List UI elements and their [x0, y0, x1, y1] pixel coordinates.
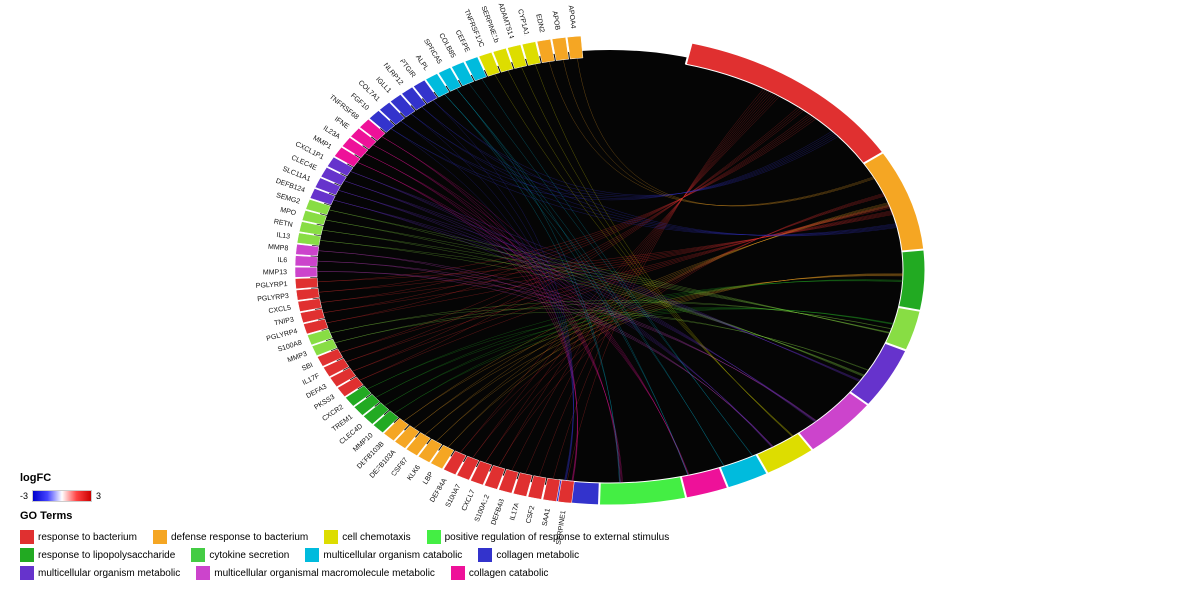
svg-text:TNIP3: TNIP3: [274, 316, 295, 327]
legend: logFC -3 3 GO Terms response to bacteriu…: [20, 472, 669, 580]
legend-item-4: response to lipopolysaccharide: [20, 548, 175, 562]
svg-text:PTGIR: PTGIR: [398, 58, 417, 79]
legend-color-cytokine: [191, 548, 205, 562]
legend-item-3: positive regulation of response to exter…: [427, 530, 670, 544]
logfc-min: -3: [20, 491, 28, 501]
svg-text:RETN: RETN: [273, 218, 293, 228]
svg-text:PGLYRP3: PGLYRP3: [257, 293, 289, 303]
go-terms-title: GO Terms: [20, 510, 72, 522]
svg-text:IL13: IL13: [276, 232, 291, 241]
logfc-title: logFC: [20, 472, 51, 484]
svg-text:SEMG2: SEMG2: [275, 192, 301, 206]
svg-text:MPO: MPO: [279, 207, 297, 218]
legend-color-collagen-catabolic: [451, 566, 465, 580]
svg-text:IL6: IL6: [277, 257, 287, 264]
legend-color-cell-chemotaxis: [324, 530, 338, 544]
main-container: SERPINE1SAA1CSF2IL17ADEFB4BS100A12CXCL7S…: [0, 0, 1200, 590]
legend-color-collagen-metabolic: [478, 548, 492, 562]
legend-label-collagen-metabolic: collagen metabolic: [496, 550, 579, 561]
svg-text:S100A8: S100A8: [277, 339, 303, 353]
legend-label-collagen-catabolic: collagen catabolic: [469, 568, 549, 579]
legend-item-10: collagen catabolic: [451, 566, 549, 580]
legend-label-multicellular-metabolic: multicellular organism metabolic: [38, 568, 180, 579]
legend-color-macromolecule: [196, 566, 210, 580]
legend-label-cytokine: cytokine secretion: [209, 550, 289, 561]
legend-item-7: collagen metabolic: [478, 548, 579, 562]
legend-label-lipopolysaccharide: response to lipopolysaccharide: [38, 550, 175, 561]
svg-text:EDN2: EDN2: [534, 14, 545, 34]
legend-label-cell-chemotaxis: cell chemotaxis: [342, 532, 410, 543]
legend-label-multicellular-catabolic: multicellular organism catabolic: [323, 550, 462, 561]
legend-item-9: multicellular organismal macromolecule m…: [196, 566, 435, 580]
legend-color-multicellular-metabolic: [20, 566, 34, 580]
svg-text:CYP1A1: CYP1A1: [516, 8, 530, 36]
svg-text:SBI: SBI: [301, 362, 314, 373]
legend-item-8: multicellular organism metabolic: [20, 566, 180, 580]
svg-text:APOA4: APOA4: [567, 5, 577, 29]
legend-label-macromolecule: multicellular organismal macromolecule m…: [214, 568, 435, 579]
svg-text:IGLL1: IGLL1: [374, 76, 392, 95]
legend-color-response-to-bacterium: [20, 530, 34, 544]
svg-text:IL23A: IL23A: [322, 125, 341, 141]
svg-text:IFNE: IFNE: [333, 116, 350, 131]
legend-color-lipopolysaccharide: [20, 548, 34, 562]
legend-label-defense-response: defense response to bacterium: [171, 532, 308, 543]
legend-item-0: response to bacterium: [20, 530, 137, 544]
legend-row-2: response to lipopolysaccharide cytokine …: [20, 548, 669, 562]
svg-text:MMP1: MMP1: [312, 135, 333, 151]
legend-item-5: cytokine secretion: [191, 548, 289, 562]
logfc-max: 3: [96, 491, 101, 501]
svg-text:CXCL5: CXCL5: [268, 305, 291, 315]
svg-text:IL17F: IL17F: [302, 373, 321, 387]
legend-row-1: response to bacterium defense response t…: [20, 530, 669, 544]
legend-item-1: defense response to bacterium: [153, 530, 308, 544]
svg-text:MMP3: MMP3: [287, 351, 308, 365]
svg-text:ALPL: ALPL: [414, 54, 430, 72]
svg-text:MMP8: MMP8: [268, 244, 289, 253]
svg-text:PGLYRP4: PGLYRP4: [266, 328, 299, 343]
legend-label-response-to-bacterium: response to bacterium: [38, 532, 137, 543]
legend-color-multicellular-catabolic: [305, 548, 319, 562]
legend-row-3: multicellular organism metabolic multice…: [20, 566, 669, 580]
svg-text:APOB: APOB: [551, 11, 561, 32]
svg-text:PGLYRP1: PGLYRP1: [256, 281, 288, 290]
svg-text:ADAMTS14: ADAMTS14: [497, 2, 515, 39]
legend-item-2: cell chemotaxis: [324, 530, 410, 544]
legend-item-6: multicellular organism catabolic: [305, 548, 462, 562]
legend-color-defense-response: [153, 530, 167, 544]
legend-color-positive-reg: [427, 530, 441, 544]
logfc-gradient: [32, 490, 92, 502]
legend-label-positive-reg: positive regulation of response to exter…: [445, 532, 670, 543]
svg-text:MMP13: MMP13: [263, 269, 287, 276]
